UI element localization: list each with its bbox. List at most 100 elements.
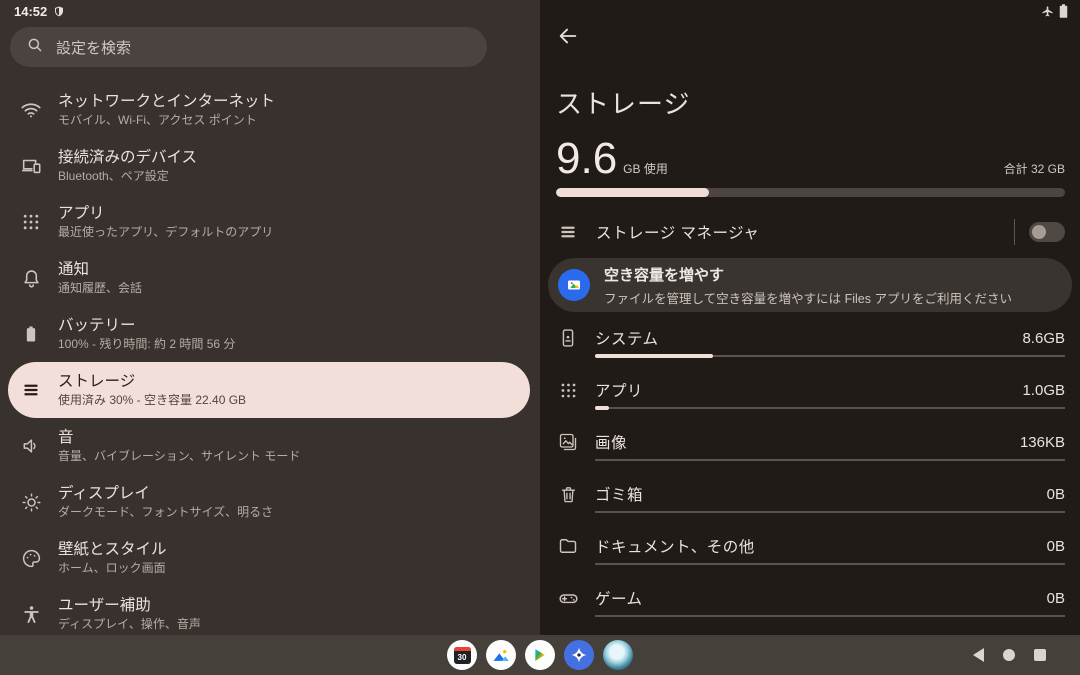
category-value: 136KB <box>1020 434 1065 451</box>
category-bar <box>595 511 1065 513</box>
airplane-mode-icon <box>1041 5 1054 23</box>
category-row-games[interactable]: ゲーム 0B <box>540 572 1080 624</box>
item-subtitle: Bluetooth、ペア設定 <box>58 170 197 183</box>
total-capacity: 合計 32 GB <box>1004 160 1065 177</box>
browser-app-icon[interactable] <box>603 640 633 670</box>
item-label: アプリ <box>58 205 273 223</box>
battery-status-icon <box>1059 4 1068 23</box>
category-row-trash[interactable]: ゴミ箱 0B <box>540 468 1080 520</box>
category-bar <box>595 407 1065 409</box>
item-subtitle: 最近使ったアプリ、デフォルトのアプリ <box>58 226 273 239</box>
taskbar: 30 <box>0 635 1080 675</box>
storage-manager-row[interactable]: ストレージ マネージャ <box>556 210 1065 254</box>
photos-app-icon[interactable] <box>486 640 516 670</box>
item-subtitle: ダークモード、フォントサイズ、明るさ <box>58 506 273 519</box>
item-label: 壁紙とスタイル <box>58 541 167 559</box>
category-value: 8.6GB <box>1022 330 1065 347</box>
trash-icon <box>556 482 580 506</box>
storage-usage-summary: 9.6 GB 使用 合計 32 GB <box>556 134 1065 184</box>
clock: 14:52 <box>14 4 47 19</box>
sidebar-item-wallpaper[interactable]: 壁紙とスタイルホーム、ロック画面 <box>8 530 530 586</box>
speaker-icon <box>20 435 42 457</box>
files-app-icon <box>558 269 590 301</box>
folder-icon <box>556 534 580 558</box>
storage-detail-pane: ストレージ 9.6 GB 使用 合計 32 GB ストレージ マネージャ 空き容… <box>540 0 1080 675</box>
category-bar <box>595 355 1065 357</box>
accessibility-icon <box>20 603 42 625</box>
item-label: ストレージ <box>58 373 246 391</box>
storage-manager-label: ストレージ マネージャ <box>596 221 759 243</box>
item-label: バッテリー <box>58 317 235 335</box>
category-bar <box>595 563 1065 565</box>
search-icon <box>26 36 44 59</box>
settings-menu: ネットワークとインターネットモバイル、Wi-Fi、アクセス ポイント 接続済みの… <box>0 82 540 642</box>
search-settings-bar[interactable]: 設定を検索 <box>10 27 487 67</box>
nav-home-button[interactable] <box>1003 649 1015 661</box>
play-store-app-icon[interactable] <box>525 640 555 670</box>
item-subtitle: 通知履歴、会話 <box>58 282 142 295</box>
statusbar-right <box>1041 4 1068 23</box>
navigation-buttons <box>973 648 1046 662</box>
category-label: ゲーム <box>595 587 643 609</box>
statusbar-left: 14:52 <box>14 4 65 19</box>
settings-sidebar: 14:52 設定を検索 ネットワークとインターネットモバイル、Wi-Fi、アクセ… <box>0 0 540 675</box>
apps-grid-icon <box>556 378 580 402</box>
category-value: 0B <box>1047 486 1065 503</box>
category-label: アプリ <box>595 379 643 401</box>
item-label: ユーザー補助 <box>58 597 201 615</box>
category-value: 0B <box>1047 538 1065 555</box>
category-label: システム <box>595 327 659 349</box>
pixel-tips-app-icon[interactable] <box>564 640 594 670</box>
category-row-system[interactable]: システム 8.6GB <box>540 312 1080 364</box>
brightness-icon <box>20 491 42 513</box>
nav-recents-button[interactable] <box>1034 649 1046 661</box>
category-row-documents[interactable]: ドキュメント、その他 0B <box>540 520 1080 572</box>
nav-back-button[interactable] <box>973 648 984 662</box>
item-subtitle: 100% - 残り時間: 約 2 時間 56 分 <box>58 338 235 351</box>
back-button[interactable] <box>554 22 582 50</box>
item-label: ディスプレイ <box>58 485 273 503</box>
used-unit: GB 使用 <box>623 160 668 177</box>
sidebar-item-storage[interactable]: ストレージ使用済み 30% - 空き容量 22.40 GB <box>8 362 530 418</box>
bell-icon <box>20 267 42 289</box>
sidebar-item-connected-devices[interactable]: 接続済みのデバイスBluetooth、ペア設定 <box>8 138 530 194</box>
category-label: 画像 <box>595 431 627 453</box>
sidebar-item-display[interactable]: ディスプレイダークモード、フォントサイズ、明るさ <box>8 474 530 530</box>
category-row-images[interactable]: 画像 136KB <box>540 416 1080 468</box>
item-label: 音 <box>58 429 300 447</box>
system-icon <box>556 326 580 350</box>
sidebar-item-apps[interactable]: アプリ最近使ったアプリ、デフォルトのアプリ <box>8 194 530 250</box>
sidebar-item-accessibility[interactable]: ユーザー補助ディスプレイ、操作、音声 <box>8 586 530 642</box>
category-bar <box>595 615 1065 617</box>
free-up-title: 空き容量を増やす <box>604 264 1012 285</box>
sidebar-item-battery[interactable]: バッテリー 100% - 残り時間: 約 2 時間 56 分 <box>8 306 530 362</box>
storage-category-list: システム 8.6GB アプリ 1.0GB 画像 136KB <box>540 312 1080 624</box>
free-up-space-card[interactable]: 空き容量を増やす ファイルを管理して空き容量を増やすには Files アプリをご… <box>548 258 1072 312</box>
taskbar-dock: 30 <box>447 640 633 670</box>
category-bar-fill <box>595 354 713 358</box>
sidebar-item-sound[interactable]: 音音量、バイブレーション、サイレント モード <box>8 418 530 474</box>
category-row-apps[interactable]: アプリ 1.0GB <box>540 364 1080 416</box>
battery-icon <box>20 323 42 345</box>
category-value: 1.0GB <box>1022 382 1065 399</box>
category-bar <box>595 459 1065 461</box>
divider <box>1014 219 1015 245</box>
storage-icon <box>20 379 42 401</box>
wifi-icon <box>20 99 42 121</box>
category-label: ゴミ箱 <box>595 483 643 505</box>
images-icon <box>556 430 580 454</box>
item-subtitle: モバイル、Wi-Fi、アクセス ポイント <box>58 114 275 127</box>
free-up-subtitle: ファイルを管理して空き容量を増やすには Files アプリをご利用ください <box>604 288 1012 307</box>
category-label: ドキュメント、その他 <box>595 535 755 557</box>
item-subtitle: 音量、バイブレーション、サイレント モード <box>58 450 300 463</box>
calendar-app-icon[interactable]: 30 <box>447 640 477 670</box>
category-value: 0B <box>1047 590 1065 607</box>
storage-manager-toggle[interactable] <box>1029 222 1065 242</box>
toggle-thumb <box>1032 225 1046 239</box>
sidebar-item-network[interactable]: ネットワークとインターネットモバイル、Wi-Fi、アクセス ポイント <box>8 82 530 138</box>
gamepad-icon <box>556 586 580 610</box>
sidebar-item-notifications[interactable]: 通知通知履歴、会話 <box>8 250 530 306</box>
page-title: ストレージ <box>556 84 690 121</box>
item-label: ネットワークとインターネット <box>58 93 275 111</box>
category-bar-fill <box>595 406 609 410</box>
